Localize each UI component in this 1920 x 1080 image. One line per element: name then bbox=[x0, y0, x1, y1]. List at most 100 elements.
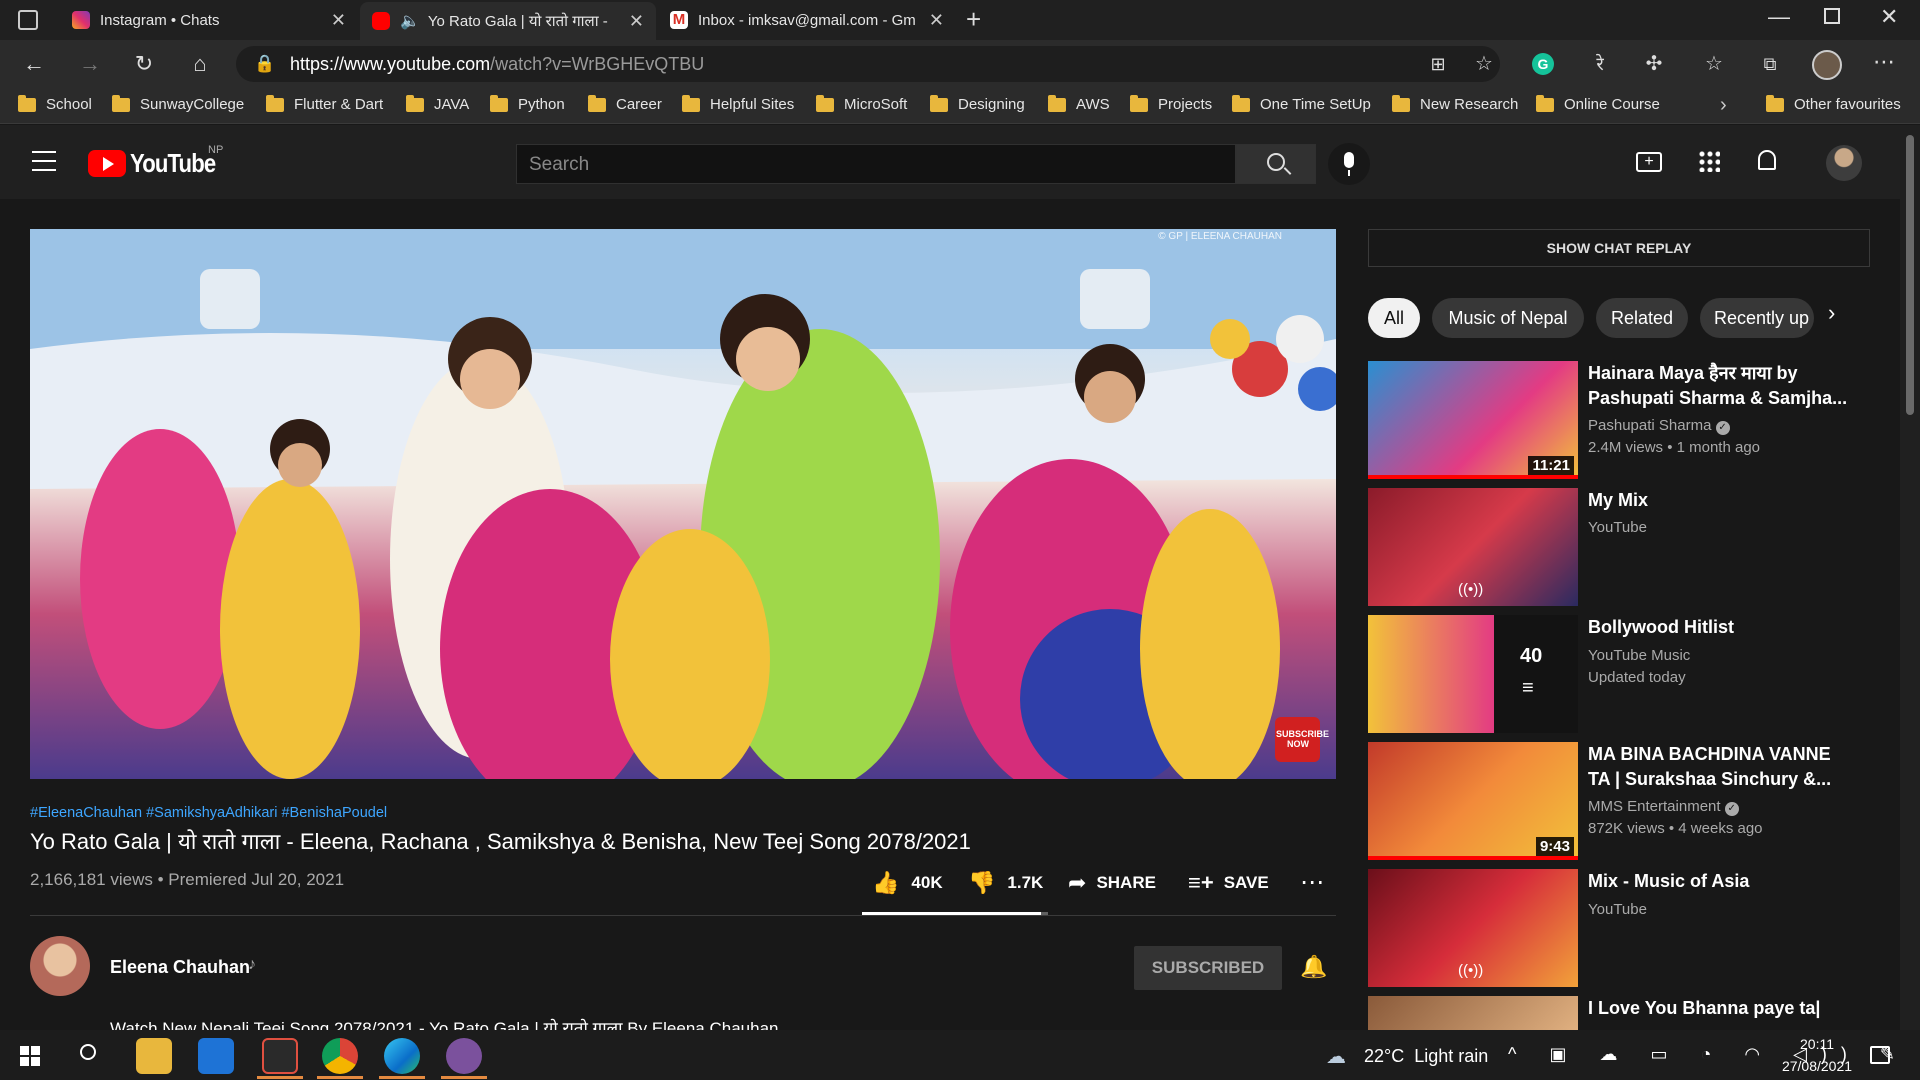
search-icon[interactable] bbox=[80, 1044, 96, 1060]
recommendation-title[interactable]: Mix - Music of Asia bbox=[1588, 869, 1848, 894]
notification-bell-icon[interactable]: 🔔 bbox=[1300, 954, 1327, 980]
lock-icon[interactable]: 🔒 bbox=[254, 54, 275, 74]
apps-grid-icon[interactable] bbox=[1698, 150, 1720, 172]
close-tab-icon[interactable]: ✕ bbox=[929, 10, 944, 31]
weather-text[interactable]: 22°C Light rain bbox=[1364, 1046, 1488, 1067]
close-tab-icon[interactable]: ✕ bbox=[629, 11, 644, 32]
new-tab-icon[interactable]: + bbox=[966, 4, 981, 35]
mail-icon[interactable] bbox=[198, 1038, 234, 1074]
recommendation-title[interactable]: My Mix bbox=[1588, 488, 1848, 513]
scrollbar-thumb[interactable] bbox=[1906, 135, 1914, 415]
bookmark-career[interactable]: Career bbox=[588, 94, 662, 113]
chips-next-icon[interactable]: › bbox=[1828, 300, 1835, 326]
chip-related[interactable]: Related bbox=[1596, 298, 1688, 338]
chrome-icon[interactable] bbox=[322, 1038, 358, 1074]
dislike-button[interactable]: 👎 1.7K bbox=[968, 870, 1043, 896]
tab-youtube[interactable]: 🔈 Yo Rato Gala | यो रातो गाला - ✕ bbox=[360, 2, 656, 40]
url-text[interactable]: https://www.youtube.com/watch?v=WrBGHEvQ… bbox=[290, 54, 704, 75]
recommendation-title[interactable]: MA BINA BACHDINA VANNE TA | Surakshaa Sin… bbox=[1588, 742, 1848, 792]
page-scrollbar[interactable] bbox=[1900, 125, 1920, 1030]
bookmark-designing[interactable]: Designing bbox=[930, 94, 1025, 113]
clock-time[interactable]: 20:11 bbox=[1774, 1036, 1860, 1052]
extensions-puzzle-icon[interactable]: ✣ bbox=[1640, 50, 1668, 78]
video-player[interactable]: © GP | ELEENA CHAUHAN SUBSCRIBE NOW bbox=[30, 229, 1336, 779]
recommendation-title[interactable]: Bollywood Hitlist bbox=[1588, 615, 1848, 640]
thumbnail[interactable]: 9:43 bbox=[1368, 742, 1578, 860]
share-button[interactable]: ➦ SHARE bbox=[1068, 870, 1156, 896]
more-actions-icon[interactable]: ⋯ bbox=[1300, 868, 1324, 897]
chevron-right-icon[interactable]: › bbox=[1720, 94, 1727, 117]
collections-icon[interactable]: ⧉ bbox=[1756, 50, 1784, 78]
voice-search-button[interactable] bbox=[1328, 143, 1370, 185]
viber-icon[interactable] bbox=[446, 1038, 482, 1074]
tab-gmail[interactable]: M Inbox - imksav@gmail.com - Gm ✕ bbox=[658, 0, 956, 40]
forward-icon[interactable]: → bbox=[76, 50, 104, 78]
channel-avatar[interactable] bbox=[30, 936, 90, 996]
bookmark-online-course[interactable]: Online Course bbox=[1536, 94, 1660, 113]
youtube-logo-icon[interactable] bbox=[88, 150, 126, 177]
thumbnail[interactable]: 40 ≡ bbox=[1368, 615, 1578, 733]
speaker-icon[interactable]: 🔈 bbox=[400, 11, 420, 31]
like-button[interactable]: 👍 40K bbox=[872, 870, 943, 896]
bookmark-microsoft[interactable]: MicroSoft bbox=[816, 94, 907, 113]
tab-instagram[interactable]: Instagram • Chats ✕ bbox=[60, 0, 358, 40]
bookmark-other-favourites[interactable]: Other favourites bbox=[1766, 94, 1901, 113]
bookmark-helpful-sites[interactable]: Helpful Sites bbox=[682, 94, 794, 113]
recommendation-title[interactable]: Hainara Maya हैनर माया by Pashupati Sharm… bbox=[1588, 361, 1848, 411]
app-icon[interactable] bbox=[262, 1038, 298, 1074]
bookmark-aws[interactable]: AWS bbox=[1048, 94, 1110, 113]
extension-icon[interactable]: रे bbox=[1586, 50, 1614, 78]
recommendation-title[interactable]: I Love You Bhanna paye ta| bbox=[1588, 996, 1848, 1021]
windows-start-icon[interactable] bbox=[20, 1046, 40, 1066]
close-window-icon[interactable]: ✕ bbox=[1880, 4, 1898, 30]
save-button[interactable]: ≡+ SAVE bbox=[1188, 870, 1269, 896]
video-hashtags[interactable]: #EleenaChauhan #SamikshyaAdhikari #Benis… bbox=[30, 805, 387, 821]
clock-date[interactable]: 27/08/2021 bbox=[1764, 1058, 1870, 1074]
favourites-icon[interactable]: ☆ bbox=[1700, 50, 1728, 78]
bookmark-projects[interactable]: Projects bbox=[1130, 94, 1212, 113]
search-button[interactable] bbox=[1236, 144, 1316, 184]
hamburger-menu-icon[interactable] bbox=[32, 151, 56, 171]
create-video-icon[interactable]: + bbox=[1636, 152, 1662, 172]
back-icon[interactable]: ← bbox=[20, 50, 48, 78]
chip-recently-uploaded[interactable]: Recently up bbox=[1700, 298, 1814, 338]
notification-center-icon[interactable] bbox=[1870, 1046, 1890, 1064]
youtube-logo-text[interactable]: YouTube bbox=[130, 148, 216, 179]
weather-cloud-icon[interactable]: ☁ bbox=[1326, 1044, 1346, 1069]
notifications-bell-icon[interactable] bbox=[1758, 150, 1776, 170]
edge-icon[interactable] bbox=[384, 1038, 420, 1074]
restore-icon[interactable] bbox=[1824, 8, 1840, 24]
subscribed-button[interactable]: SUBSCRIBED bbox=[1134, 946, 1282, 990]
thumbnail[interactable] bbox=[1368, 996, 1578, 1030]
channel-name[interactable]: YouTube bbox=[1588, 899, 1647, 921]
more-menu-icon[interactable]: ⋯ bbox=[1870, 48, 1898, 76]
bookmark-one-time-setup[interactable]: One Time SetUp bbox=[1232, 94, 1371, 113]
refresh-icon[interactable]: ↻ bbox=[130, 50, 158, 78]
channel-name[interactable]: YouTube Music bbox=[1588, 645, 1690, 667]
thumbnail[interactable]: ((•)) bbox=[1368, 869, 1578, 987]
tab-actions-icon[interactable] bbox=[18, 10, 38, 30]
bookmark-flutter[interactable]: Flutter & Dart bbox=[266, 94, 383, 113]
minimize-icon[interactable]: — bbox=[1768, 4, 1790, 30]
app-available-icon[interactable]: ⊞ bbox=[1424, 50, 1452, 78]
subscribe-now-badge[interactable]: SUBSCRIBE NOW bbox=[1276, 729, 1329, 749]
show-chat-replay-button[interactable]: SHOW CHAT REPLAY bbox=[1368, 229, 1870, 267]
add-favourite-icon[interactable]: ☆ bbox=[1470, 50, 1498, 78]
channel-name[interactable]: YouTube bbox=[1588, 517, 1647, 539]
close-tab-icon[interactable]: ✕ bbox=[331, 10, 346, 31]
profile-avatar[interactable] bbox=[1812, 50, 1842, 80]
bookmark-new-research[interactable]: New Research bbox=[1392, 94, 1518, 113]
user-avatar[interactable] bbox=[1826, 145, 1862, 181]
thumbnail[interactable]: ((•)) bbox=[1368, 488, 1578, 606]
file-explorer-icon[interactable] bbox=[136, 1038, 172, 1074]
grammarly-icon[interactable]: G bbox=[1532, 53, 1554, 75]
channel-name[interactable]: Pashupati Sharma ✓ bbox=[1588, 415, 1730, 437]
bookmark-school[interactable]: School bbox=[18, 94, 92, 113]
bookmark-java[interactable]: JAVA bbox=[406, 94, 469, 113]
chip-music-of-nepal[interactable]: Music of Nepal bbox=[1432, 298, 1584, 338]
bookmark-sunwaycollege[interactable]: SunwayCollege bbox=[112, 94, 244, 113]
channel-name[interactable]: MMS Entertainment ✓ bbox=[1588, 796, 1739, 818]
chip-all[interactable]: All bbox=[1368, 298, 1420, 338]
thumbnail[interactable]: 11:21 bbox=[1368, 361, 1578, 479]
search-input[interactable]: Search bbox=[516, 144, 1236, 184]
